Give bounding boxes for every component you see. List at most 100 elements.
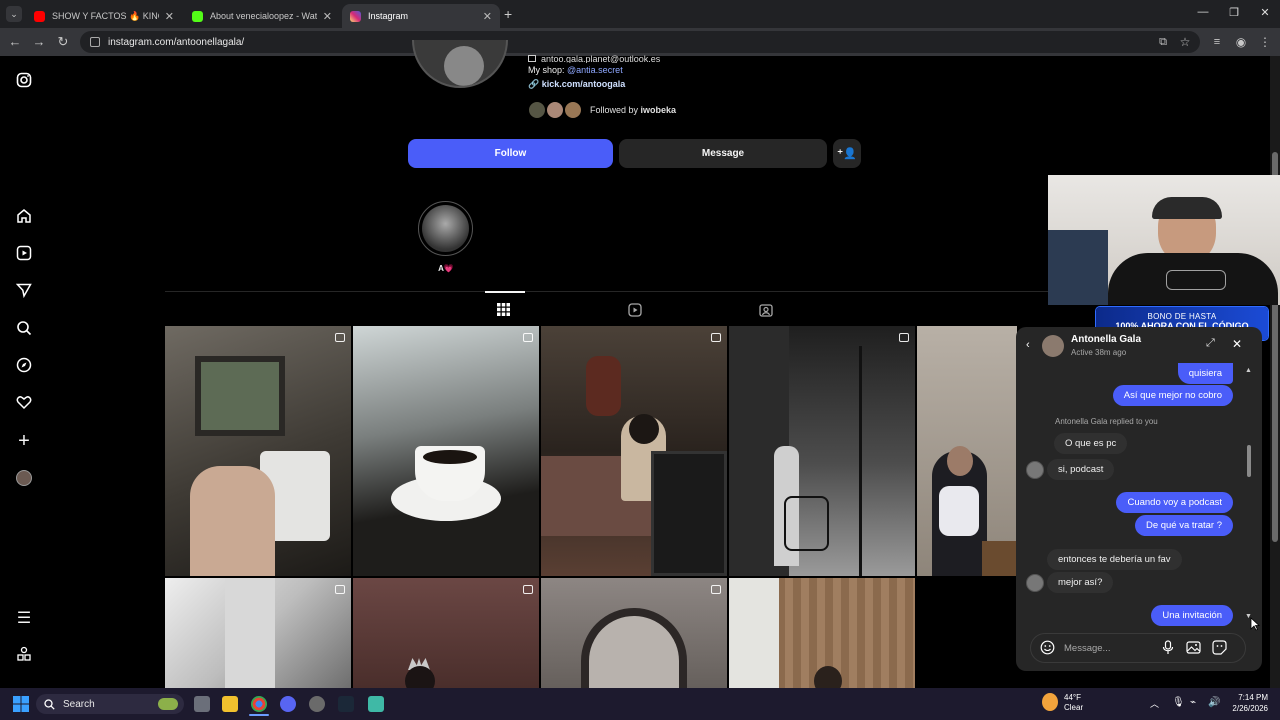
followed-by-prefix: Followed by	[590, 105, 639, 115]
post-tile[interactable]	[729, 578, 915, 688]
close-chat-icon[interactable]: ✕	[1232, 337, 1242, 351]
message-bubble-mine[interactable]: Cuando voy a podcast	[1116, 492, 1233, 513]
tab-show-y-factos[interactable]: SHOW Y FACTOS 🔥 KINGTE ✕	[26, 4, 182, 28]
media-controls-icon[interactable]: ≡	[1208, 33, 1226, 51]
back-icon[interactable]: ←	[6, 33, 24, 51]
message-bubble-mine[interactable]: Así que mejor no cobro	[1112, 385, 1233, 406]
site-info-icon[interactable]	[90, 37, 100, 47]
shop-handle-link[interactable]: @antia.secret	[567, 65, 623, 75]
file-explorer-icon[interactable]	[222, 696, 238, 712]
volume-icon[interactable]: 🔊	[1208, 697, 1220, 708]
forward-icon[interactable]: →	[30, 33, 48, 51]
sender-avatar	[1026, 574, 1044, 592]
obs-icon[interactable]	[309, 696, 325, 712]
reels-icon[interactable]	[14, 245, 34, 265]
post-tile[interactable]	[917, 326, 1017, 576]
tagged-tab-icon[interactable]	[759, 303, 773, 320]
expand-chat-icon[interactable]: ⤢	[1206, 337, 1215, 350]
message-bubble-theirs[interactable]: mejor así?	[1047, 572, 1114, 593]
voice-clip-icon[interactable]	[1161, 640, 1175, 658]
message-button[interactable]: Message	[619, 139, 827, 168]
post-tile[interactable]	[729, 326, 915, 576]
discord-icon[interactable]	[280, 696, 296, 712]
also-from-meta-icon[interactable]	[14, 646, 34, 666]
posts-grid-tab-icon[interactable]	[497, 303, 510, 319]
post-tile[interactable]	[353, 326, 539, 576]
page-scrollbar[interactable]	[1270, 56, 1280, 688]
search-icon[interactable]	[14, 320, 34, 340]
new-tab-button[interactable]: +	[504, 6, 512, 22]
reel-indicator-icon	[523, 333, 533, 342]
chat-contact-name[interactable]: Antonella Gala	[1071, 334, 1141, 345]
profile-icon[interactable]: ◉	[1232, 33, 1250, 51]
chat-avatar[interactable]	[1042, 335, 1064, 357]
clock[interactable]: 7:14 PM 2/26/2026	[1226, 692, 1268, 714]
post-tile[interactable]	[541, 326, 727, 576]
emoji-icon[interactable]	[1040, 640, 1055, 658]
post-tile[interactable]	[165, 326, 351, 576]
message-input[interactable]: Message...	[1064, 643, 1110, 654]
network-icon[interactable]: ⌁	[1190, 697, 1196, 708]
suggested-users-button[interactable]: ⁺👤	[833, 139, 861, 168]
follow-button[interactable]: Follow	[408, 139, 613, 168]
followed-by-avatars[interactable]	[528, 101, 584, 119]
message-bubble-theirs[interactable]: O que es pc	[1054, 433, 1128, 454]
explore-icon[interactable]	[14, 357, 34, 377]
message-bubble-mine[interactable]: Una invitación	[1151, 605, 1233, 626]
instagram-logo-icon[interactable]	[14, 72, 34, 92]
browser-tab-bar: ⌄ SHOW Y FACTOS 🔥 KINGTE ✕ About venecia…	[0, 0, 1280, 28]
tab-about-venecialoopez[interactable]: About venecialoopez - Watch L ✕	[184, 4, 340, 28]
steam-icon[interactable]	[338, 696, 354, 712]
message-bubble-mine[interactable]: De qué va tratar ?	[1134, 515, 1233, 536]
message-bubble-mine[interactable]: quisiera	[1177, 363, 1233, 384]
tab-search-dropdown-icon[interactable]: ⌄	[6, 6, 22, 22]
clock-time: 7:14 PM	[1238, 693, 1268, 702]
windows-start-icon[interactable]	[13, 696, 29, 715]
notifications-heart-icon[interactable]	[14, 394, 34, 414]
microphone-tray-icon[interactable]: 🎙	[1172, 697, 1185, 708]
reload-icon[interactable]: ↻	[54, 33, 72, 51]
create-plus-icon[interactable]: +	[14, 431, 34, 451]
reels-tab-icon[interactable]	[628, 303, 642, 320]
chat-scroll-up-icon[interactable]: ▲	[1245, 367, 1252, 374]
task-view-icon[interactable]	[194, 696, 210, 712]
chat-back-icon[interactable]: ‹	[1026, 339, 1030, 351]
show-hidden-icons-icon[interactable]: ︿	[1150, 697, 1159, 710]
taskbar-search-box[interactable]: Search	[36, 694, 184, 714]
followed-by-text[interactable]: Followed by iwobeka	[590, 105, 676, 115]
weather-temp: 44°F	[1064, 693, 1081, 702]
message-bubble-theirs[interactable]: si, podcast	[1047, 459, 1115, 480]
close-tab-icon[interactable]: ✕	[165, 10, 174, 23]
address-bar[interactable]: instagram.com/antoonellagala/	[80, 31, 1200, 53]
bookmark-star-icon[interactable]: ☆	[1176, 33, 1194, 51]
profile-picture[interactable]	[412, 40, 508, 88]
chrome-menu-icon[interactable]: ⋮	[1256, 33, 1274, 51]
notepad-icon[interactable]	[368, 696, 384, 712]
taskbar-search-icon	[44, 698, 55, 710]
minimize-icon[interactable]: —	[1188, 6, 1218, 18]
webcam-overlay	[1048, 175, 1280, 305]
post-tile[interactable]	[541, 578, 727, 688]
restore-icon[interactable]: ❐	[1219, 6, 1249, 19]
add-photo-icon[interactable]	[1186, 640, 1201, 658]
profile-link[interactable]: 🔗 kick.com/antoogala	[528, 79, 625, 90]
home-icon[interactable]	[14, 208, 34, 228]
post-tile[interactable]	[165, 578, 351, 688]
message-bubble-theirs[interactable]: entonces te debería un fav	[1047, 549, 1182, 570]
profile-avatar[interactable]	[16, 470, 32, 486]
direct-messages-icon[interactable]	[14, 282, 34, 302]
chrome-taskbar-icon[interactable]	[251, 696, 267, 712]
chat-scrollbar-thumb[interactable]	[1247, 445, 1251, 477]
install-app-icon[interactable]: ⧉	[1154, 33, 1172, 51]
close-window-icon[interactable]: ✕	[1250, 6, 1280, 19]
taskbar-search-label: Search	[63, 698, 95, 710]
sticker-icon[interactable]	[1212, 640, 1227, 658]
tab-instagram[interactable]: Instagram ✕	[342, 4, 500, 28]
close-tab-icon[interactable]: ✕	[483, 10, 492, 23]
weather-icon[interactable]	[1042, 693, 1058, 711]
weather-widget[interactable]: 44°F Clear	[1064, 693, 1083, 713]
post-tile[interactable]	[353, 578, 539, 688]
close-tab-icon[interactable]: ✕	[323, 10, 332, 23]
story-highlight[interactable]	[418, 201, 473, 256]
more-menu-icon[interactable]: ☰	[14, 609, 34, 629]
